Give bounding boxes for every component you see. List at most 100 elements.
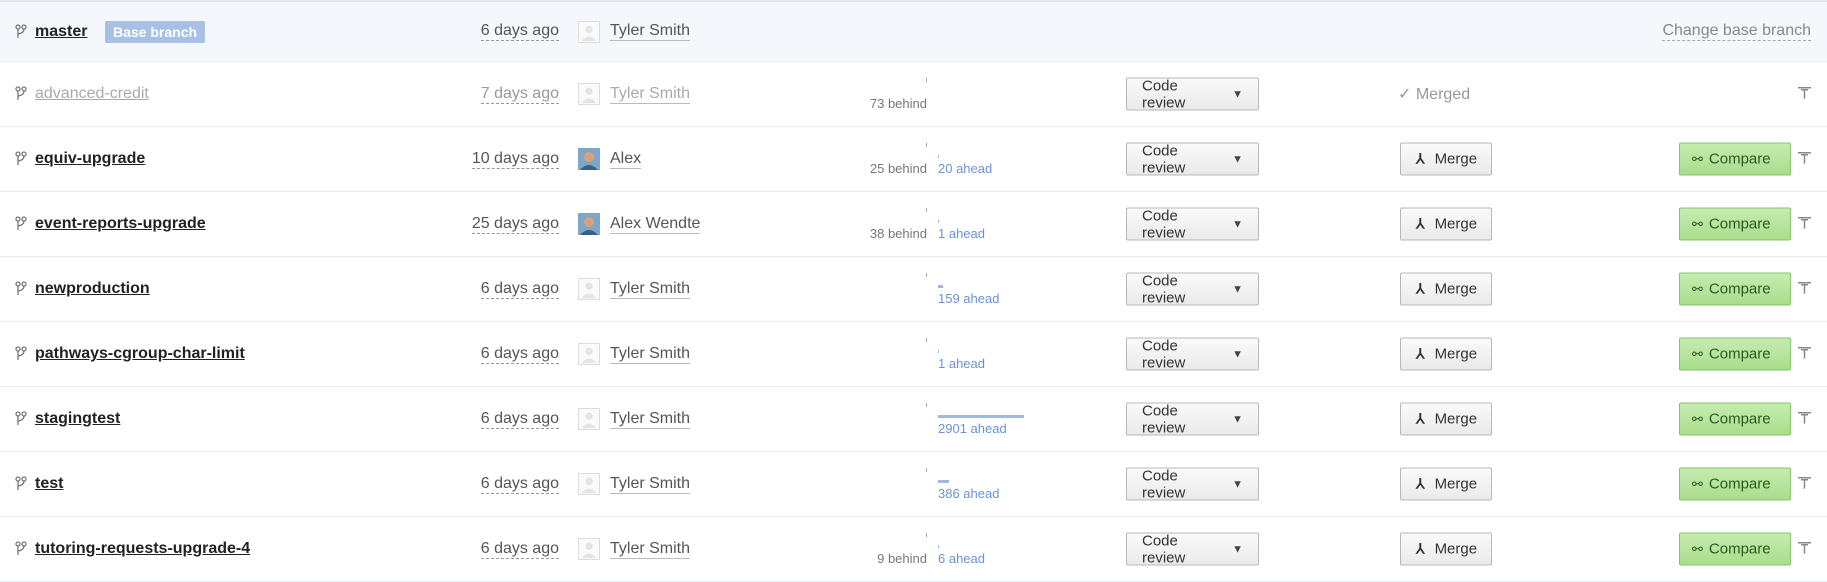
merge-label: Merge	[1434, 540, 1478, 558]
code-review-dropdown[interactable]: Code review ▼	[1126, 272, 1259, 306]
compare-button[interactable]: ⚯ Compare	[1679, 142, 1791, 176]
compare-icon: ⚯	[1692, 476, 1703, 491]
code-review-dropdown[interactable]: Code review ▼	[1126, 532, 1259, 566]
branch-row: test 6 days ago Tyler Smith 386 ahead Co…	[0, 452, 1827, 517]
compare-label: Compare	[1708, 280, 1771, 298]
ahead-behind-divider	[926, 143, 927, 147]
merge-label: Merge	[1434, 410, 1478, 428]
pin-icon[interactable]	[1798, 87, 1811, 99]
compare-label: Compare	[1708, 540, 1771, 558]
code-review-label: Code review	[1142, 402, 1186, 436]
base-branch-row: master Base branch 6 days ago Tyler Smit…	[0, 2, 1827, 62]
merge-label: Merge	[1434, 150, 1478, 168]
ahead-behind-divider	[926, 403, 927, 407]
merge-button[interactable]: ⅄ Merge	[1400, 402, 1492, 436]
pin-icon[interactable]	[1798, 477, 1811, 489]
branch-author[interactable]: Alex Wendte	[610, 215, 701, 234]
chevron-down-icon: ▼	[1232, 478, 1243, 490]
chevron-down-icon: ▼	[1232, 413, 1243, 425]
ahead-behind-divider	[926, 338, 927, 342]
compare-icon: ⚯	[1692, 151, 1703, 166]
ahead-count: 159 ahead	[938, 291, 1000, 306]
ahead-bar	[938, 220, 939, 223]
branch-author[interactable]: Tyler Smith	[610, 345, 691, 364]
compare-label: Compare	[1708, 410, 1771, 428]
code-review-label: Code review	[1142, 467, 1186, 501]
compare-button[interactable]: ⚯ Compare	[1679, 402, 1791, 436]
merge-icon: ⅄	[1416, 215, 1425, 232]
merge-button[interactable]: ⅄ Merge	[1400, 272, 1492, 306]
ahead-count: 2901 ahead	[938, 421, 1007, 436]
ahead-count: 1 ahead	[938, 356, 985, 371]
merge-label: Merge	[1434, 475, 1478, 493]
ahead-bar	[938, 285, 943, 288]
code-review-dropdown[interactable]: Code review ▼	[1126, 142, 1259, 176]
merge-icon: ⅄	[1416, 475, 1425, 492]
code-review-dropdown[interactable]: Code review ▼	[1126, 207, 1259, 241]
branch-row: newproduction 6 days ago Tyler Smith 159…	[0, 257, 1827, 322]
code-review-dropdown[interactable]: Code review ▼	[1126, 337, 1259, 371]
pin-icon[interactable]	[1798, 217, 1811, 229]
merge-button[interactable]: ⅄ Merge	[1400, 337, 1492, 371]
merge-button[interactable]: ⅄ Merge	[1400, 467, 1492, 501]
compare-button[interactable]: ⚯ Compare	[1679, 532, 1791, 566]
branch-author[interactable]: Tyler Smith	[610, 475, 691, 494]
compare-icon: ⚯	[1692, 411, 1703, 426]
pin-icon[interactable]	[1798, 347, 1811, 359]
merge-label: Merge	[1434, 215, 1478, 233]
ahead-bar	[938, 480, 949, 483]
merge-icon: ⅄	[1416, 150, 1425, 167]
ahead-bar	[938, 350, 939, 353]
compare-icon: ⚯	[1692, 281, 1703, 296]
ahead-bar	[938, 415, 1024, 418]
compare-label: Compare	[1708, 215, 1771, 233]
compare-button[interactable]: ⚯ Compare	[1679, 337, 1791, 371]
ahead-count: 20 ahead	[938, 161, 993, 176]
branch-row: stagingtest 6 days ago Tyler Smith 2901 …	[0, 387, 1827, 452]
branch-row: equiv-upgrade 10 days ago Alex 25 behind…	[0, 127, 1827, 192]
code-review-label: Code review	[1142, 207, 1186, 241]
ahead-behind-divider	[926, 468, 927, 472]
code-review-dropdown[interactable]: Code review ▼	[1126, 467, 1259, 501]
compare-button[interactable]: ⚯ Compare	[1679, 272, 1791, 306]
pin-icon[interactable]	[1798, 542, 1811, 554]
change-base-branch-link[interactable]: Change base branch	[1662, 22, 1811, 41]
branch-author[interactable]: Tyler Smith	[610, 410, 691, 429]
compare-icon: ⚯	[1692, 216, 1703, 231]
pin-icon[interactable]	[1798, 152, 1811, 164]
pin-icon[interactable]	[1798, 412, 1811, 424]
code-review-label: Code review	[1142, 272, 1186, 306]
ahead-count: 386 ahead	[938, 486, 1000, 501]
branch-list: master Base branch 6 days ago Tyler Smit…	[0, 0, 1827, 582]
compare-icon: ⚯	[1692, 541, 1703, 556]
branch-author[interactable]: Alex	[610, 150, 642, 169]
merge-button[interactable]: ⅄ Merge	[1400, 532, 1492, 566]
ahead-behind-divider	[926, 533, 927, 537]
merge-button[interactable]: ⅄ Merge	[1400, 142, 1492, 176]
chevron-down-icon: ▼	[1232, 543, 1243, 555]
merge-icon: ⅄	[1416, 540, 1425, 557]
ahead-count: 6 ahead	[938, 551, 985, 566]
ahead-behind-divider	[926, 273, 927, 277]
compare-icon: ⚯	[1692, 346, 1703, 361]
code-review-label: Code review	[1142, 337, 1186, 371]
merged-status: ✓ Merged	[1398, 86, 1471, 103]
chevron-down-icon: ▼	[1232, 348, 1243, 360]
compare-label: Compare	[1708, 150, 1771, 168]
compare-button[interactable]: ⚯ Compare	[1679, 207, 1791, 241]
branch-row: tutoring-requests-upgrade-4 6 days ago T…	[0, 517, 1827, 582]
merge-icon: ⅄	[1416, 345, 1425, 362]
merge-button[interactable]: ⅄ Merge	[1400, 207, 1492, 241]
branch-author[interactable]: Tyler Smith	[610, 540, 691, 559]
merge-label: Merge	[1434, 280, 1478, 298]
branch-row: pathways-cgroup-char-limit 6 days ago Ty…	[0, 322, 1827, 387]
branch-row: advanced-credit 7 days ago Tyler Smith 7…	[0, 62, 1827, 127]
pin-icon[interactable]	[1798, 282, 1811, 294]
branch-row: event-reports-upgrade 25 days ago Alex W…	[0, 192, 1827, 257]
branch-author[interactable]: Tyler Smith	[610, 280, 691, 299]
behind-count: 25 behind	[869, 161, 927, 176]
code-review-label: Code review	[1142, 142, 1186, 176]
code-review-dropdown[interactable]: Code review ▼	[1126, 402, 1259, 436]
compare-button[interactable]: ⚯ Compare	[1679, 467, 1791, 501]
merge-label: Merge	[1434, 345, 1478, 363]
